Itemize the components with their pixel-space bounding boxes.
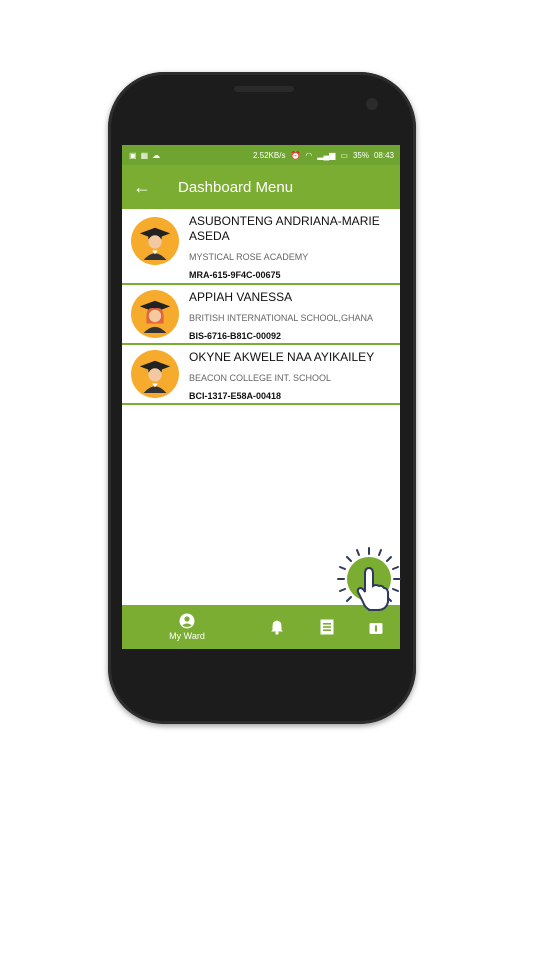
list-item[interactable]: ASUBONTENG ANDRIANA-MARIE ASEDA MYSTICAL… bbox=[122, 209, 400, 285]
alarm-icon: ⏰ bbox=[290, 150, 301, 160]
clock: 08:43 bbox=[373, 150, 394, 160]
battery-level: 35% bbox=[352, 150, 369, 160]
bell-icon bbox=[271, 620, 283, 635]
page-title: Dashboard Menu bbox=[178, 178, 294, 196]
network-speed: 2.52KB/s bbox=[252, 150, 286, 160]
nav-my-ward-label: My Ward bbox=[169, 631, 205, 641]
tap-burst-icon bbox=[337, 547, 401, 611]
status-bar: ▣ ▦ ☁ 2.52KB/s ⏰ ◠ ▂▄▆ ▭ 35% 08:43 bbox=[122, 145, 400, 165]
school-name: BRITISH INTERNATIONAL SCHOOL,GHANA bbox=[189, 313, 374, 323]
graduate-avatar-icon bbox=[131, 350, 179, 398]
info-icon bbox=[369, 623, 383, 634]
list-item[interactable]: APPIAH VANESSA BRITISH INTERNATIONAL SCH… bbox=[122, 285, 400, 345]
student-code: MRA-615-9F4C-00675 bbox=[189, 270, 281, 280]
list-item[interactable]: OKYNE AKWELE NAA AYIKAILEY BEACON COLLEG… bbox=[122, 345, 400, 405]
nav-reports[interactable] bbox=[302, 619, 352, 635]
image-notification-icon: ▣ bbox=[129, 150, 137, 160]
student-name: OKYNE AKWELE NAA AYIKAILEY bbox=[189, 350, 375, 364]
student-list: ASUBONTENG ANDRIANA-MARIE ASEDA MYSTICAL… bbox=[122, 209, 400, 405]
chart-notification-icon: ▦ bbox=[140, 150, 149, 160]
school-name: MYSTICAL ROSE ACADEMY bbox=[189, 252, 309, 262]
school-name: BEACON COLLEGE INT. SCHOOL bbox=[189, 373, 332, 383]
nav-info[interactable] bbox=[352, 619, 400, 635]
cloud-notification-icon: ☁ bbox=[152, 150, 161, 160]
back-arrow-icon[interactable]: ← bbox=[122, 177, 162, 198]
app-bar: ← Dashboard Menu bbox=[122, 165, 400, 209]
nav-notifications[interactable] bbox=[252, 619, 302, 635]
graduate-avatar-icon bbox=[131, 217, 179, 265]
signal-icon: ▂▄▆ bbox=[317, 150, 336, 160]
phone-speaker bbox=[234, 86, 294, 92]
tap-hint-overlay bbox=[336, 546, 402, 612]
account-circle-icon bbox=[179, 613, 195, 629]
phone-camera bbox=[366, 98, 378, 110]
wifi-icon: ◠ bbox=[305, 150, 313, 160]
student-code: BCI-1317-E58A-00418 bbox=[189, 391, 282, 401]
student-name: APPIAH VANESSA bbox=[189, 290, 293, 304]
nav-my-ward[interactable]: My Ward bbox=[122, 613, 252, 641]
graduate-avatar-icon bbox=[131, 290, 179, 338]
battery-icon: ▭ bbox=[340, 150, 348, 160]
student-code: BIS-6716-B81C-00092 bbox=[189, 331, 282, 341]
document-list-icon bbox=[320, 619, 334, 635]
student-name: ASUBONTENG ANDRIANA-MARIE ASEDA bbox=[189, 214, 380, 243]
